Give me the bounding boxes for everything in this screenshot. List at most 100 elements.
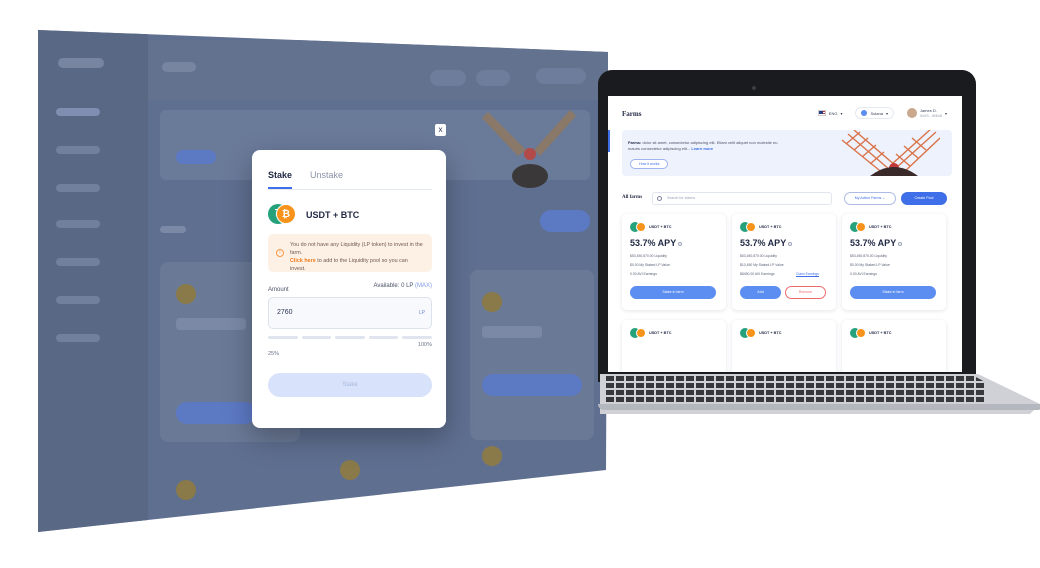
search-icon [657,196,662,201]
add-liquidity-link[interactable]: Click here [290,258,316,264]
amount-label: Amount [268,287,289,293]
dimmed-logo [58,58,104,68]
dimmed-create-button [540,210,590,232]
pair-icons: ₮ ₿ [268,204,296,226]
farms-banner: Farms: dolor sit amet, consectetur adipi… [622,130,952,176]
tab-stake[interactable]: Stake [268,170,293,189]
card-header: USDT + BTC [740,328,781,338]
card-apy: 53.7% APY [740,238,793,248]
btc-icon [856,222,866,232]
farm-card: USDT + BTC [842,320,946,372]
claim-earnings-link[interactable]: Claim Earnings [796,272,819,276]
add-button[interactable]: Add [740,286,781,299]
card-pair: USDT + BTC [869,225,892,229]
pair-icons [630,222,646,232]
card-pair: USDT + BTC [759,225,782,229]
banner-text: Farms: dolor sit amet, consectetur adipi… [628,140,778,152]
dimmed-sidebar [38,30,148,532]
slider-max-label: 100% [417,342,432,348]
language-selector[interactable]: ENG ▾ [813,108,848,118]
create-pool-button[interactable]: Create Pool [901,192,947,205]
dimmed-chip [476,70,510,86]
card-liquidity: $53,450,870.00 Liquidity [630,254,667,258]
slider-segment[interactable] [402,336,432,339]
farm-card: USDT + BTC 53.7% APY $53,450,870.00 Liqu… [842,214,946,310]
sidebar-active-indicator [608,130,610,152]
user-menu[interactable]: James D. 0x93...9f4b6 ▾ [902,106,952,120]
btc-icon [746,328,756,338]
laptop-screen: Farms ENG ▾ Solana ▾ James D. 0x93...9f4… [608,96,962,372]
card-header: USDT + BTC [850,328,891,338]
slider-segment[interactable] [368,336,399,339]
apy-value: 53.7% APY [630,238,677,248]
dimmed-apy [176,318,246,330]
info-icon[interactable] [898,241,903,246]
card-pair: USDT + BTC [869,331,892,335]
apy-value: 53.7% APY [850,238,897,248]
max-button[interactable]: (MAX) [413,283,432,289]
search-placeholder: Search for tokens [667,196,696,200]
network-selector[interactable]: Solana ▾ [855,107,894,119]
available-balance: Available: 0 LP (MAX) [374,283,432,289]
search-input[interactable]: Search for tokens [652,192,832,205]
dimmed-nav-item [56,146,100,154]
webcam [752,86,756,90]
card-header: USDT + BTC [740,222,781,232]
pair-icons [740,328,756,338]
dimmed-chip [430,70,466,86]
laptop-base-edge [598,404,1040,410]
info-icon[interactable] [788,241,793,246]
dimmed-stake-button [482,374,582,396]
network-label: Solana [870,110,883,116]
dimmed-coin-icon [482,446,502,466]
stake-modal: Stake Unstake ₮ ₿ USDT + BTC ! You do no… [252,150,446,428]
amount-slider[interactable] [268,336,432,339]
farm-card: USDT + BTC 53.7% APY $53,450,870.00 Liqu… [732,214,836,310]
dimmed-nav-item [56,108,100,116]
stake-button[interactable]: Stake [268,373,432,397]
card-header: USDT + BTC [630,328,671,338]
close-icon[interactable]: x [435,124,446,136]
slider-segment[interactable] [335,336,365,339]
laptop-keyboard [606,376,986,404]
amount-input[interactable]: 2760 LP [268,297,432,329]
banner-title: Farms: [628,140,642,145]
avatar [906,108,917,118]
windmill-illustration [841,130,940,176]
farm-card: USDT + BTC [732,320,836,372]
language-label: ENG [828,110,838,116]
all-farms-label: All farms [622,195,643,200]
slider-segment[interactable] [268,336,298,339]
card-earnings: 0.00 AVI Earnings [850,272,877,276]
card-liquidity: $53,450,870.00 Liquidity [850,254,887,258]
btc-icon [856,328,866,338]
slider-segment[interactable] [301,336,332,339]
info-icon[interactable] [678,241,683,246]
dimmed-coin-icon [176,480,196,500]
card-staked: $10,450 My Staked LP Value [740,263,784,267]
farms-toolbar: All farms Search for tokens My Active Fa… [622,192,952,206]
how-it-works-button[interactable]: How it works [630,159,669,169]
farm-card: USDT + BTC [622,320,726,372]
remove-button[interactable]: Remove [785,286,826,299]
dimmed-nav-item [56,258,100,266]
amount-unit: LP [418,310,425,316]
pair-icons [850,222,866,232]
stake-in-farm-button[interactable]: Stake in farm [850,286,936,299]
tab-unstake[interactable]: Unstake [310,170,343,189]
active-farms-filter[interactable]: My Active Farms ⌄ [844,192,896,205]
dimmed-coin-icon [176,284,196,304]
stake-in-farm-button[interactable]: Stake in farm [630,286,716,299]
filter-label: My Active Farms [854,196,882,200]
chevron-down-icon: ▾ [944,110,947,116]
learn-more-link[interactable]: Learn more [691,146,713,151]
solana-icon [861,110,868,116]
pair-icons [850,328,866,338]
btc-icon [746,222,756,232]
chevron-down-icon: ▾ [885,110,888,116]
card-apy: 53.7% APY [850,238,903,248]
apy-value: 53.7% APY [740,238,787,248]
dimmed-label [160,226,186,233]
btc-icon [636,222,646,232]
warning-text: You do not have any Liquidity (LP token)… [290,242,423,256]
